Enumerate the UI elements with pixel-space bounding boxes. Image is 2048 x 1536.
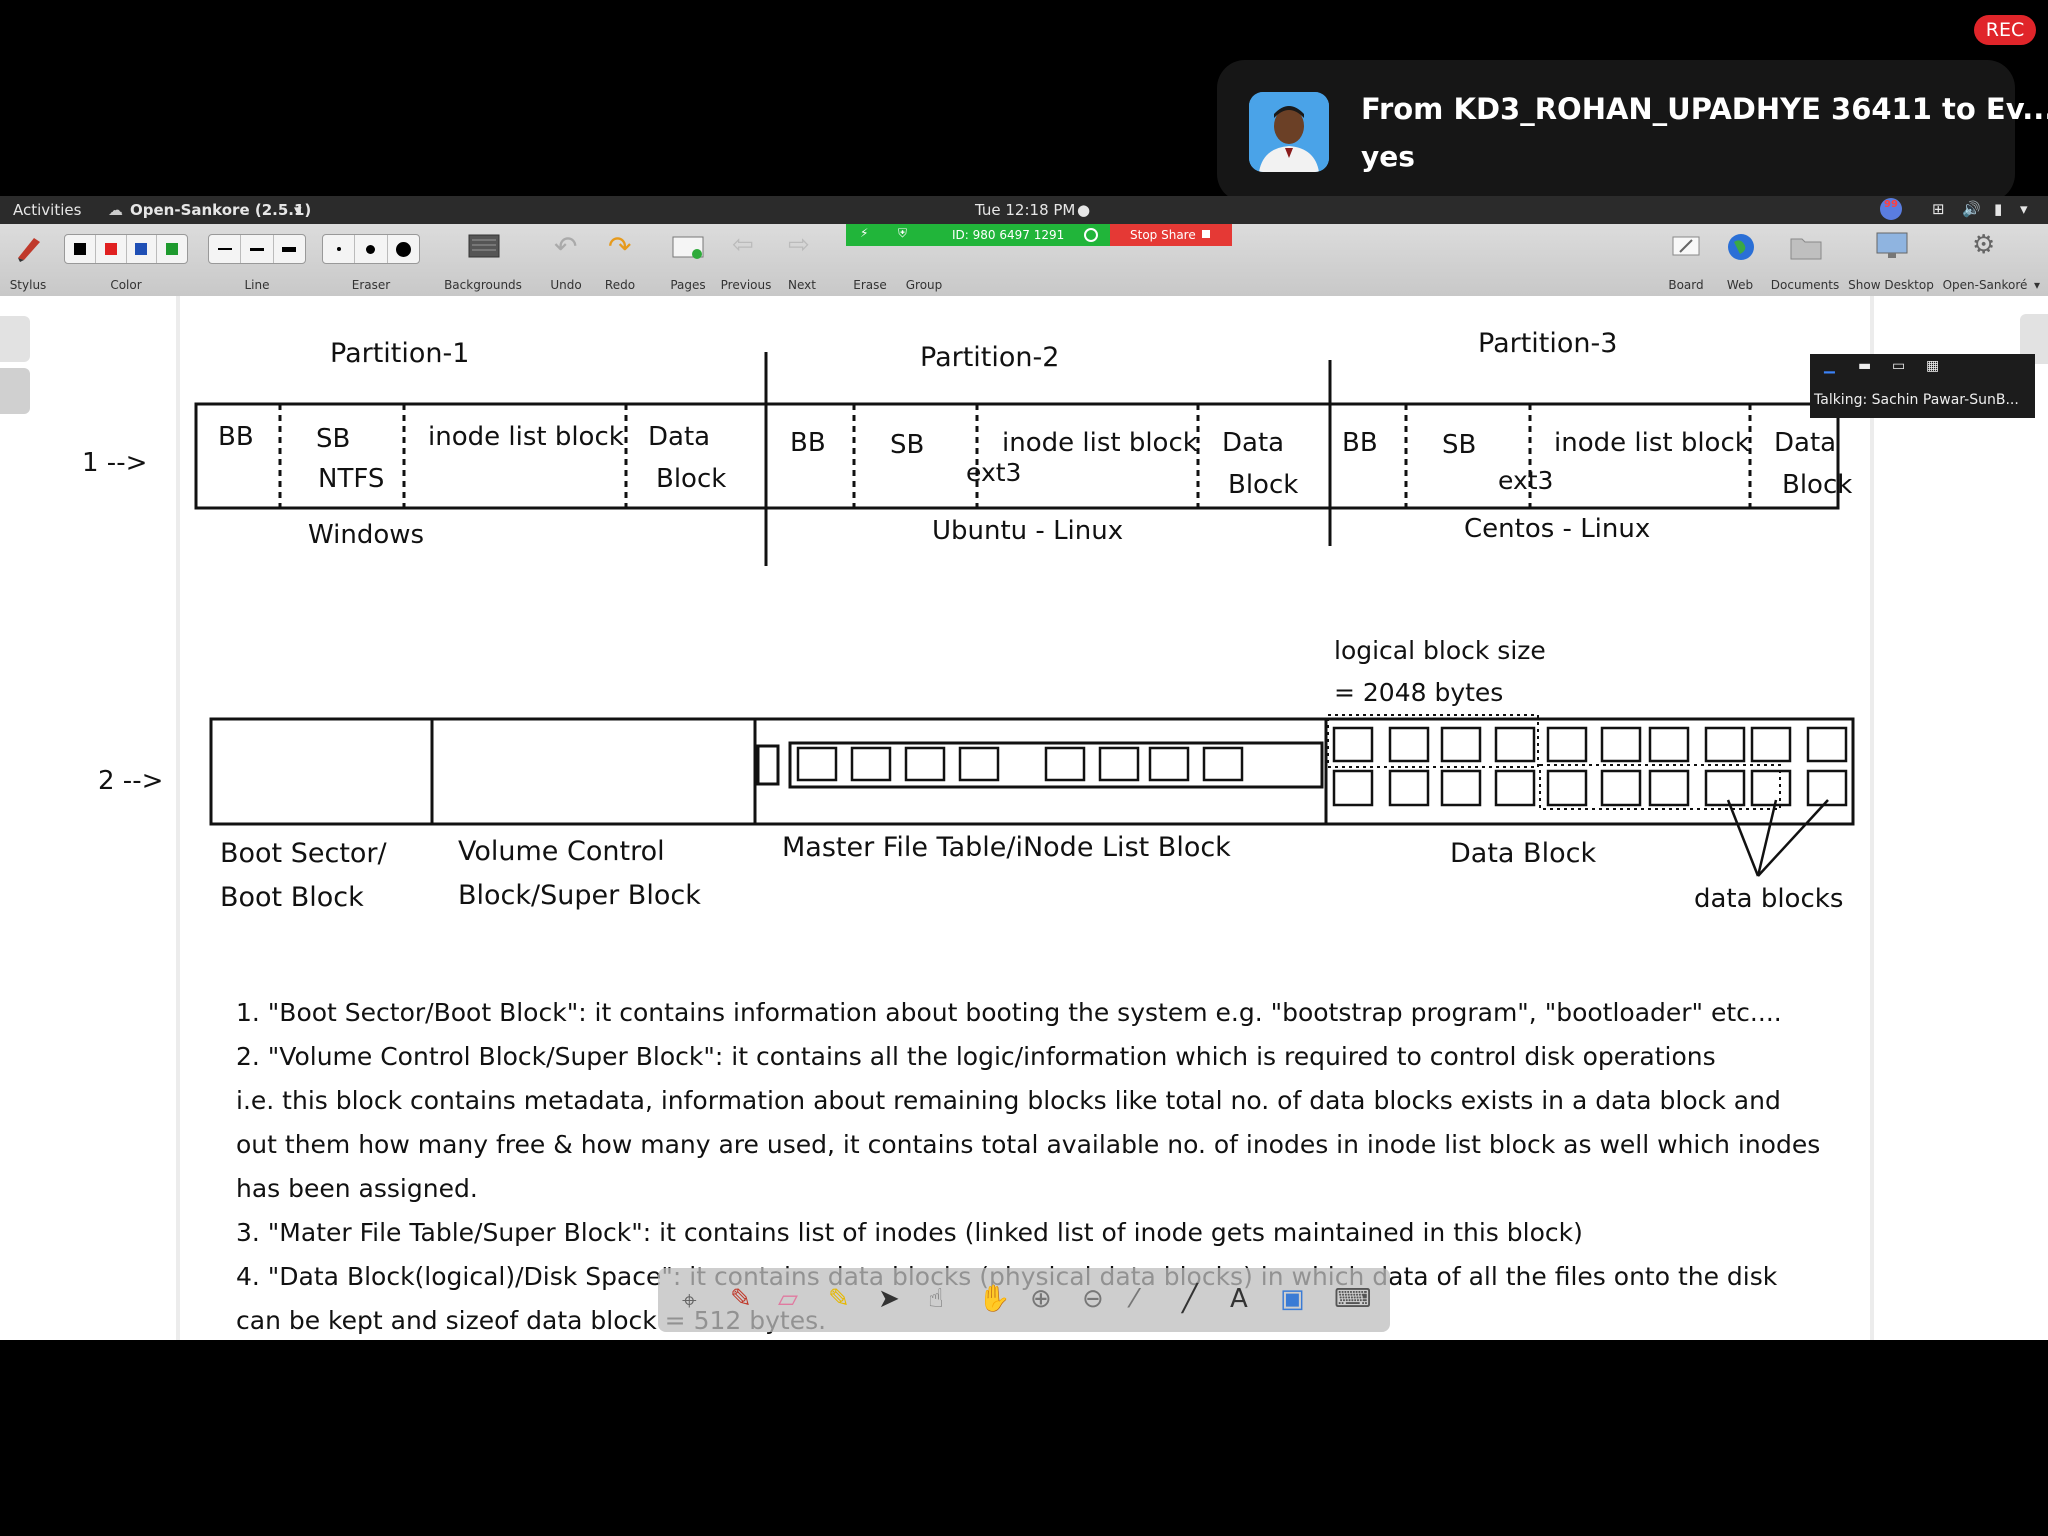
stop-icon[interactable]: ▬: [1858, 358, 1871, 374]
note-line-4: out them how many free & how many are us…: [236, 1130, 1821, 1159]
p1-data: Data: [648, 422, 711, 452]
os-centos: Centos - Linux: [1464, 514, 1651, 544]
block-size-line1: logical block size: [1334, 636, 1546, 665]
zoom-in-icon[interactable]: ⊕: [1030, 1284, 1052, 1314]
p3-data: Data: [1774, 428, 1837, 458]
hand-pointer-icon[interactable]: ☝: [928, 1284, 944, 1314]
boot-block-label-1: Boot Sector/: [220, 838, 387, 869]
p3-bb: BB: [1342, 428, 1378, 458]
talking-status: Talking: Sachin Pawar-SunB...: [1814, 392, 2019, 408]
os-windows: Windows: [308, 520, 425, 550]
p1-sb: SB: [316, 424, 351, 454]
os-ubuntu: Ubuntu - Linux: [932, 516, 1124, 546]
text-tool-icon[interactable]: A: [1230, 1284, 1248, 1314]
data-block-grid: [1332, 726, 1848, 807]
vcb-label-2: Block/Super Block: [458, 880, 701, 911]
data-block-label: Data Block: [1450, 838, 1597, 869]
boot-block-label-2: Boot Block: [220, 882, 364, 913]
line-tool-icon[interactable]: ╱: [1182, 1284, 1198, 1314]
grid-icon[interactable]: ▦: [1926, 358, 1939, 374]
partition-3-heading: Partition-3: [1478, 328, 1618, 359]
p2-data: Data: [1222, 428, 1285, 458]
p1-inode-list: inode list block: [428, 422, 624, 452]
mouse-icon[interactable]: ⌖: [682, 1286, 697, 1317]
note-line-6: 3. "Mater File Table/Super Block": it co…: [236, 1218, 1583, 1247]
note-line-5: has been assigned.: [236, 1174, 478, 1203]
partition-2-heading: Partition-2: [920, 342, 1060, 373]
p2-inode-list: inode list block: [1002, 428, 1198, 458]
p3-sb: SB: [1442, 430, 1477, 460]
pointer-icon[interactable]: ➤: [878, 1284, 900, 1314]
zoom-out-icon[interactable]: ⊖: [1082, 1284, 1104, 1314]
p3-inode-list: inode list block: [1554, 428, 1750, 458]
p2-fs-type: ext3: [966, 458, 1022, 487]
keyboard-icon[interactable]: ⌨: [1334, 1284, 1372, 1314]
capture-icon[interactable]: ▣: [1280, 1284, 1305, 1314]
row-label-1: 1 -->: [82, 448, 148, 478]
data-blocks-label: data blocks: [1694, 884, 1844, 914]
p1-fs-type: NTFS: [318, 464, 385, 494]
highlighter-icon[interactable]: ✎: [828, 1284, 850, 1314]
p2-bb: BB: [790, 428, 826, 458]
floating-tools-bar: ⌖ ✎ ▱ ✎ ➤ ☝ ✋ ⊕ ⊖ ⁄ ╱ A ▣ ⌨: [658, 1268, 1390, 1332]
block-size-line2: = 2048 bytes: [1334, 678, 1504, 707]
p1-block: Block: [656, 464, 727, 494]
note-line-3: i.e. this block contains metadata, infor…: [236, 1086, 1781, 1115]
p2-sb: SB: [890, 430, 925, 460]
window-icon[interactable]: ▭: [1892, 358, 1905, 374]
vcb-label-1: Volume Control: [458, 836, 665, 867]
row-label-2: 2 -->: [98, 766, 164, 796]
hand-icon[interactable]: ✋: [978, 1284, 1010, 1314]
zoom-talking-window[interactable]: ▁ ▬ ▭ ▦ Talking: Sachin Pawar-SunB...: [1810, 354, 2035, 418]
eraser-icon[interactable]: ▱: [778, 1284, 798, 1314]
p1-bb: BB: [218, 422, 254, 452]
pen-icon[interactable]: ✎: [730, 1284, 752, 1314]
note-line-2: 2. "Volume Control Block/Super Block": i…: [236, 1042, 1716, 1071]
mft-label: Master File Table/iNode List Block: [782, 832, 1231, 863]
minimize-icon[interactable]: ▁: [1824, 358, 1835, 374]
p2-block: Block: [1228, 470, 1299, 500]
p3-fs-type: ext3: [1498, 466, 1554, 495]
note-line-1: 1. "Boot Sector/Boot Block": it contains…: [236, 998, 1782, 1027]
p3-block: Block: [1782, 470, 1853, 500]
laser-icon[interactable]: ⁄: [1132, 1284, 1136, 1314]
partition-1-heading: Partition-1: [330, 338, 470, 369]
